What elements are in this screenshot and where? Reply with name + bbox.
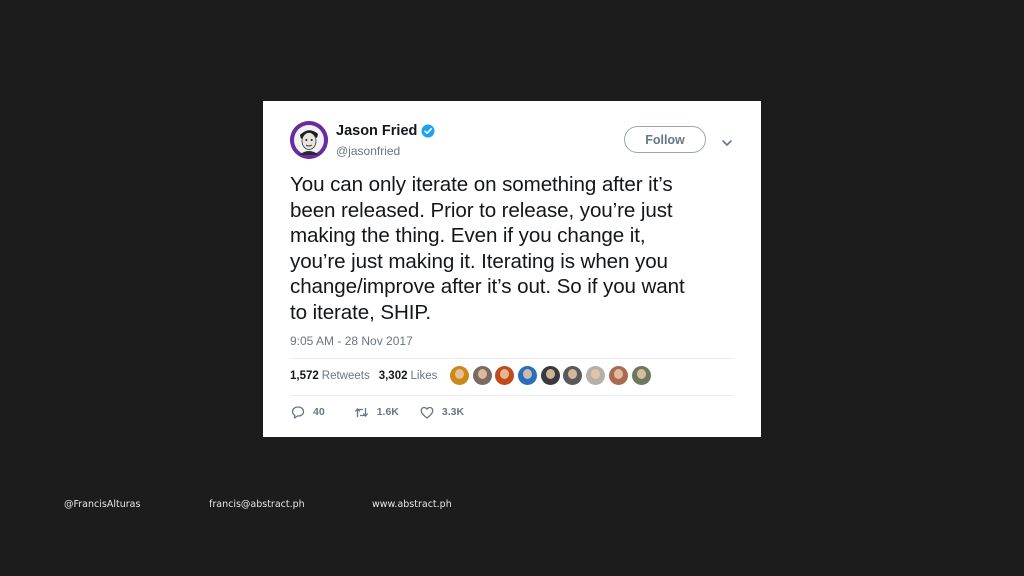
likes-label[interactable]: Likes [411,370,438,382]
footer-twitter-handle: @FrancisAlturas [64,499,141,510]
retweet-button[interactable]: 1.6K [354,406,399,419]
retweet-icon [354,406,369,419]
tweet-text: You can only iterate on something after … [290,172,740,325]
heart-icon [420,406,434,419]
liker-avatar[interactable] [540,366,560,385]
reply-icon [291,405,305,419]
retweets-count[interactable]: 1,572 [290,370,319,382]
liker-avatar[interactable] [518,366,538,385]
footer-email: francis@abstract.ph [209,499,305,510]
retweet-count: 1.6K [376,406,399,418]
follow-button[interactable]: Follow [624,126,706,153]
avatar[interactable] [290,121,328,159]
tweet-actions: 40 1.6K 3.3K [291,405,464,419]
author-name-row: Jason Fried [336,123,435,139]
reply-button[interactable]: 40 [291,405,325,419]
liker-avatar[interactable] [608,366,628,385]
footer-website: www.abstract.ph [372,499,452,510]
liker-avatar[interactable] [472,366,492,385]
author-display-name[interactable]: Jason Fried [336,123,417,139]
like-count: 3.3K [441,406,465,418]
divider [290,358,734,359]
reply-count: 40 [313,406,325,418]
liker-avatar[interactable] [450,366,469,385]
liker-avatar[interactable] [586,366,606,385]
tweet-text-line: been released. Prior to release, you’re … [290,198,673,222]
liker-avatar[interactable] [563,366,583,385]
verified-badge-icon [421,124,435,138]
tweet-text-line: you’re just making it. Iterating is when… [290,249,668,273]
liker-avatar[interactable] [631,366,651,385]
divider [290,395,734,396]
tweet-text-line: making the thing. Even if you change it, [290,224,646,247]
like-button[interactable]: 3.3K [420,406,464,419]
tweet-text-line: to iterate, SHIP. [290,300,432,324]
likes-count[interactable]: 3,302 [379,370,408,382]
tweet-text-line: change/improve after it’s out. So if you… [290,275,685,298]
tweet-card: Jason Fried @jasonfried Follow You can o… [263,101,761,437]
tweet-timestamp[interactable]: 9:05 AM - 28 Nov 2017 [290,334,413,348]
retweets-label[interactable]: Retweets [322,370,370,382]
liker-avatars [450,366,654,385]
tweet-text-line: You can only iterate on something after … [290,173,673,196]
liker-avatar[interactable] [495,366,515,385]
engagement-stats: 1,572 Retweets 3,302 Likes [290,370,437,382]
chevron-down-icon[interactable] [721,135,733,146]
author-handle[interactable]: @jasonfried [336,144,400,158]
